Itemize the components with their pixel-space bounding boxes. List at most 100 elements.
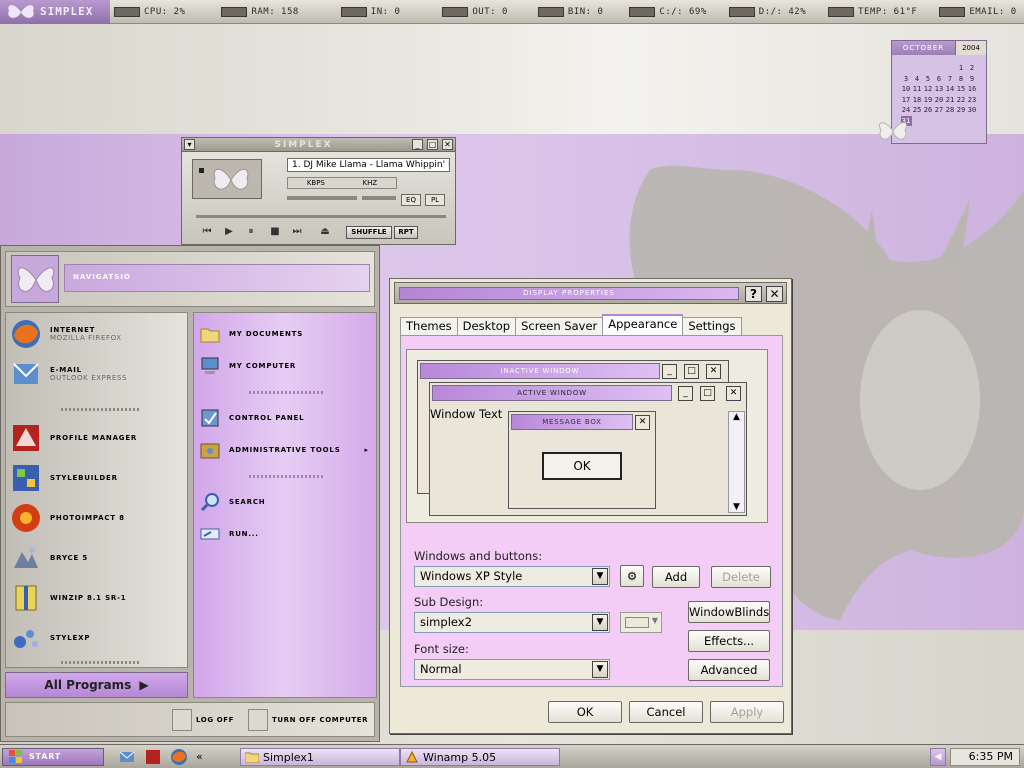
close-icon[interactable]: ✕: [766, 286, 783, 302]
windowblinds-button[interactable]: WindowBlinds: [688, 601, 770, 623]
start-item-photoimpact[interactable]: PHOTOIMPACT 8: [6, 500, 187, 536]
theme-options-button[interactable]: ⚙: [620, 565, 644, 587]
seek-bar[interactable]: [196, 215, 446, 218]
calendar-day: [901, 63, 912, 74]
start-item-stylexp[interactable]: STYLEXP: [6, 620, 187, 656]
winamp-titlebar[interactable]: ▾ SIMPLEX _ □ ✕: [182, 138, 455, 152]
calendar-day: 28: [945, 106, 955, 114]
start-item-control-panel[interactable]: CONTROL PANEL: [194, 405, 376, 431]
previous-icon[interactable]: ⏮: [198, 225, 216, 239]
system-tray-clock[interactable]: 6:35 PM: [950, 748, 1020, 766]
calendar-day: 19: [923, 95, 933, 104]
tab-screen-saver[interactable]: Screen Saver: [515, 317, 604, 335]
start-item-my-computer[interactable]: MY COMPUTER: [194, 353, 376, 379]
tray-expand-icon[interactable]: ◀: [930, 748, 946, 766]
simplex-logo[interactable]: SIMPLEX: [0, 0, 110, 24]
firefox-icon[interactable]: [170, 748, 188, 766]
cancel-button[interactable]: Cancel: [629, 701, 703, 723]
shade-icon[interactable]: □: [427, 139, 438, 150]
taskbar: START « Simplex1 Winamp 5.05 ◀ 6:35 PM: [0, 744, 1024, 768]
start-item-administrative-tools[interactable]: ADMINISTRATIVE TOOLS ▸: [194, 437, 376, 463]
administrative-tools-icon: [200, 443, 220, 459]
start-item-profile-manager[interactable]: PROFILE MANAGER: [6, 420, 187, 456]
apply-button[interactable]: Apply: [710, 701, 784, 723]
color-swatch: [625, 617, 649, 628]
start-item-search[interactable]: SEARCH: [194, 489, 376, 515]
chevron-down-icon[interactable]: ▼: [592, 614, 608, 631]
tab-themes[interactable]: Themes: [400, 317, 458, 335]
calendar-day: 16: [967, 85, 977, 93]
outlook-express-icon[interactable]: [118, 748, 136, 766]
control-panel-icon: [201, 409, 219, 427]
log-off-button[interactable]: LOG OFF: [172, 708, 234, 732]
settings-icon: ⚙: [626, 569, 638, 583]
sub-design-select[interactable]: simplex2 ▼: [414, 612, 610, 633]
windows-buttons-select[interactable]: Windows XP Style ▼: [414, 566, 610, 587]
minimize-icon[interactable]: _: [412, 139, 423, 150]
effects-button[interactable]: Effects...: [688, 630, 770, 652]
email-stat: EMAIL: 0: [939, 4, 1016, 20]
start-item-run[interactable]: RUN...: [194, 521, 376, 547]
eject-icon[interactable]: ⏏: [316, 225, 334, 239]
inactive-window-title: INACTIVE WINDOW: [420, 363, 660, 379]
dialog-titlebar[interactable]: DISPLAY PROPERTIES ? ✕: [394, 282, 787, 304]
calendar-day: 20: [934, 95, 944, 104]
display-properties-dialog: DISPLAY PROPERTIES ? ✕ Themes Desktop Sc…: [389, 278, 792, 734]
calendar-day: 18: [912, 95, 922, 104]
start-item-stylebuilder[interactable]: STYLEBUILDER: [6, 460, 187, 496]
add-button[interactable]: Add: [652, 566, 700, 588]
close-icon: ✕: [635, 415, 650, 430]
eq-button[interactable]: EQ: [401, 194, 421, 206]
ok-button[interactable]: OK: [548, 701, 622, 723]
all-programs-button[interactable]: All Programs ▶: [5, 672, 188, 698]
start-button[interactable]: START: [2, 747, 104, 766]
calendar-day: 14: [945, 85, 955, 93]
pause-icon[interactable]: ⏸: [242, 225, 260, 239]
calendar-day: 27: [934, 106, 944, 114]
play-icon[interactable]: ▶: [220, 225, 238, 239]
tab-desktop[interactable]: Desktop: [456, 317, 517, 335]
font-size-select[interactable]: Normal ▼: [414, 659, 610, 680]
stop-icon[interactable]: ■: [266, 225, 284, 239]
start-item-winzip[interactable]: WINZIP 8.1 SR-1: [6, 580, 187, 616]
color-picker[interactable]: ▼: [620, 612, 662, 633]
next-icon[interactable]: ⏭: [288, 225, 306, 239]
shuffle-button[interactable]: SHUFFLE: [346, 226, 392, 239]
submenu-arrow-icon: ▸: [364, 446, 368, 454]
playlist-button[interactable]: PL: [425, 194, 445, 206]
avatar[interactable]: [11, 255, 59, 303]
chevron-down-icon[interactable]: ▼: [592, 661, 608, 678]
start-item-my-documents[interactable]: MY DOCUMENTS: [194, 321, 376, 347]
song-title-display[interactable]: 1. DJ Mike Llama - Llama Whippin' Intro: [287, 158, 450, 172]
arrow-right-icon: ▶: [139, 678, 149, 692]
start-item-internet[interactable]: INTERNET MOZILLA FIREFOX: [6, 316, 187, 352]
close-icon: ✕: [706, 364, 721, 379]
kbps-label: KBPS: [306, 179, 325, 187]
butterfly-icon: [879, 122, 907, 140]
menu-icon[interactable]: ▾: [184, 139, 195, 150]
calendar-day: 2: [969, 64, 975, 72]
help-icon[interactable]: ?: [745, 286, 762, 302]
quick-launch-overflow-icon[interactable]: «: [196, 750, 203, 763]
chevron-down-icon[interactable]: ▼: [592, 568, 608, 585]
calendar-day: 23: [967, 95, 977, 104]
close-icon[interactable]: ✕: [442, 139, 453, 150]
calendar-day: 13: [934, 85, 944, 93]
start-item-email[interactable]: E-MAIL OUTLOOK EXPRESS: [6, 356, 187, 392]
taskbar-item-winamp[interactable]: Winamp 5.05: [400, 748, 560, 766]
start-item-bryce[interactable]: BRYCE 5: [6, 540, 187, 576]
taskbar-item-simplex1[interactable]: Simplex1: [240, 748, 400, 766]
turn-off-button[interactable]: TURN OFF COMPUTER: [248, 708, 368, 732]
repeat-button[interactable]: RPT: [394, 226, 418, 239]
balance-slider[interactable]: [362, 196, 396, 200]
maximize-icon: □: [684, 364, 699, 379]
profile-manager-icon[interactable]: [144, 748, 162, 766]
delete-button[interactable]: Delete: [711, 566, 771, 588]
separator: [61, 661, 141, 664]
volume-slider[interactable]: [287, 196, 357, 200]
tab-appearance[interactable]: Appearance: [602, 314, 684, 335]
tab-settings[interactable]: Settings: [682, 317, 742, 335]
visualizer[interactable]: [192, 159, 262, 199]
calendar-day: 1: [958, 64, 964, 72]
advanced-button[interactable]: Advanced: [688, 659, 770, 681]
